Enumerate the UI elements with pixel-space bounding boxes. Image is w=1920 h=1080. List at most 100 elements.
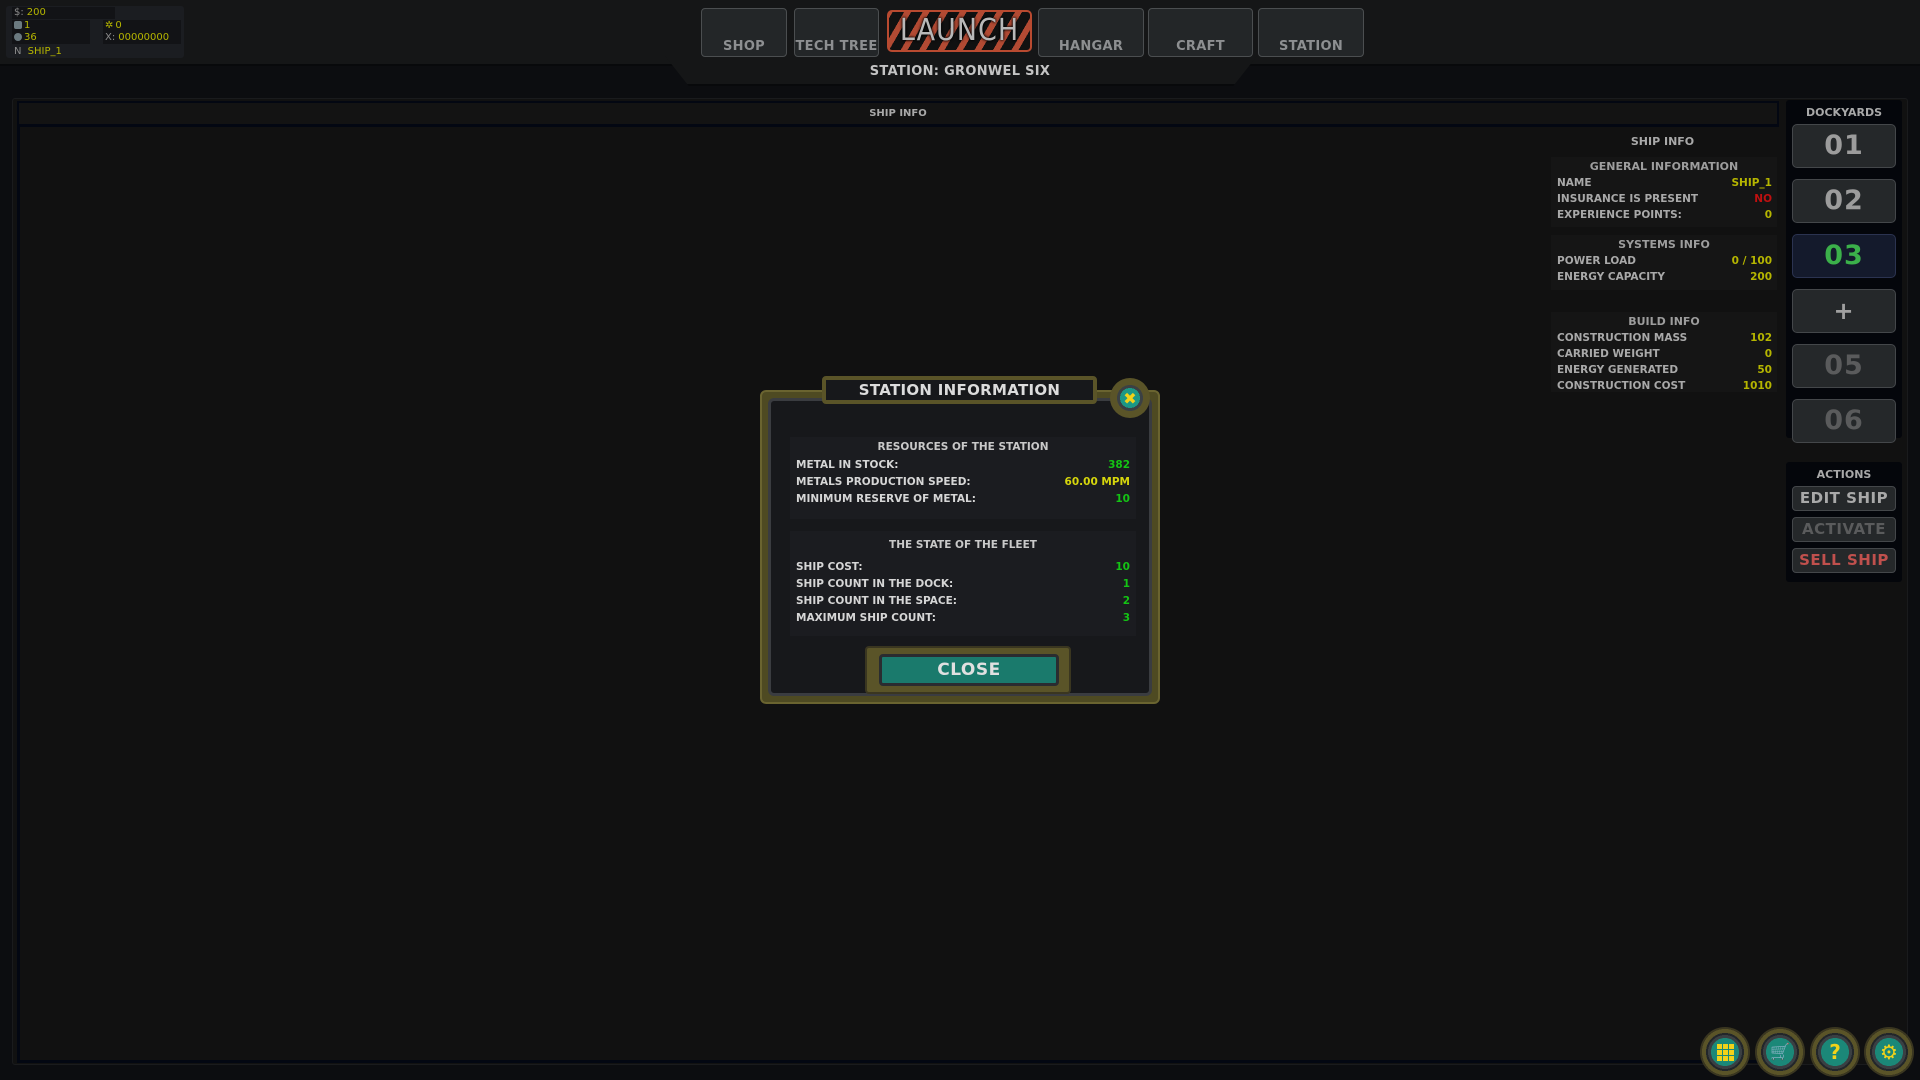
close-button[interactable]: CLOSE [879,654,1059,686]
row-label: CONSTRUCTION COST [1557,380,1686,392]
name-label: N [14,46,22,57]
edit-ship-button[interactable]: EDIT SHIP [1792,486,1896,511]
row-value: 60.00 MPM [1064,476,1130,488]
player-stats: $: 200 1 36 ✲ 0 X: 00000000 N SHIP_1 [6,6,184,58]
nav-station-button[interactable]: STATION [1258,8,1364,57]
money-stat: $: 200 [12,7,115,19]
row-label: ENERGY GENERATED [1557,364,1679,376]
row-value: 0 [1764,209,1772,221]
row-label: CARRIED WEIGHT [1557,348,1660,360]
row-label: CONSTRUCTION MASS [1557,332,1688,344]
close-button-frame: CLOSE [865,646,1071,694]
gears-value: 0 [115,20,122,31]
nav-tech-tree-button[interactable]: TECH TREE [794,8,879,57]
inventory-button[interactable] [1700,1027,1750,1077]
activate-button[interactable]: ACTIVATE [1792,517,1896,542]
max-count-row: MAXIMUM SHIP COUNT: 3 [790,610,1136,627]
nav-craft-button[interactable]: CRAFT [1148,8,1253,57]
row-value: 102 [1750,332,1772,344]
row-label: MAXIMUM SHIP COUNT: [796,612,936,624]
row-value: 10 [1115,493,1130,505]
dialog-close-button[interactable]: ✖ [1110,378,1150,418]
section-title: GENERAL INFORMATION [1589,160,1739,173]
row-value: NO [1754,193,1772,205]
ship-name-stat: N SHIP_1 [12,46,132,58]
grid-icon [1716,1043,1734,1061]
ship-cost-row: SHIP COST: 10 [790,559,1136,576]
dockyard-slot-01[interactable]: 01 [1792,124,1896,168]
info-row-carried-weight: CARRIED WEIGHT 0 [1551,346,1777,362]
row-value: 10 [1115,561,1130,573]
info-row-experience: EXPERIENCE POINTS: 0 [1551,207,1777,223]
launch-button[interactable]: LAUNCH [887,10,1032,52]
info-row-power-load: POWER LOAD 0 / 100 [1551,253,1777,269]
dockyard-slot-06[interactable]: 06 [1792,399,1896,443]
sell-ship-button[interactable]: SELL SHIP [1792,548,1896,573]
nav-hangar-button[interactable]: HANGAR [1038,8,1144,57]
gear-small-icon: ✲ [105,20,114,31]
nav-shop-button[interactable]: SHOP [701,8,787,57]
section-title: BUILD INFO [1628,315,1700,328]
station-name: STATION: GRONWEL SIX [869,64,1051,79]
space-count-row: SHIP COUNT IN THE SPACE: 2 [790,593,1136,610]
row-value: 50 [1757,364,1772,376]
x-stat: X: 00000000 [103,32,181,44]
dock-count-row: SHIP COUNT IN THE DOCK: 1 [790,576,1136,593]
general-info-section: GENERAL INFORMATION NAME SHIP_1 INSURANCE… [1551,157,1777,227]
dockyards-panel: DOCKYARDS 01 02 03 + 05 06 [1786,100,1902,443]
row-value: 2 [1122,595,1130,607]
row-label: EXPERIENCE POINTS: [1557,209,1682,221]
row-value: 0 / 100 [1731,255,1772,267]
resource-a-value: 1 [24,20,31,31]
dockyard-slot-05[interactable]: 05 [1792,344,1896,388]
row-label: METALS PRODUCTION SPEED: [796,476,971,488]
station-resources-section: RESOURCES OF THE STATION METAL IN STOCK:… [790,437,1136,519]
info-row-energy-generated: ENERGY GENERATED 50 [1551,362,1777,378]
row-label: ENERGY CAPACITY [1557,271,1665,283]
info-row-energy-capacity: ENERGY CAPACITY 200 [1551,269,1777,285]
row-label: METAL IN STOCK: [796,459,899,471]
row-label: MINIMUM RESERVE OF METAL: [796,493,976,505]
info-row-name: NAME SHIP_1 [1551,175,1777,191]
info-row-construction-mass: CONSTRUCTION MASS 102 [1551,330,1777,346]
row-label: SHIP COST: [796,561,863,573]
row-value: 1010 [1742,380,1772,392]
money-label: $: [14,7,24,18]
money-value: 200 [26,7,46,18]
fleet-state-section: THE STATE OF THE FLEET SHIP COST: 10 SHIP… [790,531,1136,636]
section-title: SYSTEMS INFO [1618,238,1710,251]
ship-name-value: SHIP_1 [27,46,62,57]
settings-button[interactable]: ⚙ [1864,1027,1914,1077]
dockyard-slot-02[interactable]: 02 [1792,179,1896,223]
x-value: 00000000 [118,32,170,43]
dialog-body: RESOURCES OF THE STATION METAL IN STOCK:… [768,398,1152,696]
section-title: THE STATE OF THE FLEET [889,539,1037,551]
row-value: SHIP_1 [1731,177,1772,189]
row-value: 3 [1122,612,1130,624]
minimum-reserve-row: MINIMUM RESERVE OF METAL: 10 [790,491,1136,508]
x-label: X: [105,32,116,43]
systems-info-section: SYSTEMS INFO POWER LOAD 0 / 100 ENERGY CA… [1551,235,1777,290]
ship-info-title: SHIP INFO [1630,135,1695,148]
row-label: SHIP COUNT IN THE SPACE: [796,595,957,607]
info-row-insurance: INSURANCE IS PRESENT NO [1551,191,1777,207]
row-value: 200 [1750,271,1772,283]
help-button[interactable]: ? [1810,1027,1860,1077]
actions-panel: ACTIONS EDIT SHIP ACTIVATE SELL SHIP [1786,462,1902,582]
ship-info-header: SHIP INFO [17,101,1779,127]
resource-b-value: 36 [24,32,37,43]
resource-b-stat: 36 [12,32,90,44]
row-label: POWER LOAD [1557,255,1636,267]
shop-cart-button[interactable]: 🛒 [1755,1027,1805,1077]
row-value: 382 [1108,459,1130,471]
row-label: NAME [1557,177,1592,189]
build-info-section: BUILD INFO CONSTRUCTION MASS 102 CARRIED … [1551,312,1777,392]
dockyard-slot-03[interactable]: 03 [1792,234,1896,278]
help-icon: ? [1829,1040,1841,1064]
close-icon: ✖ [1123,388,1137,408]
row-value: 1 [1122,578,1130,590]
add-dockyard-button[interactable]: + [1792,289,1896,333]
cart-icon: 🛒 [1770,1042,1790,1061]
row-label: SHIP COUNT IN THE DOCK: [796,578,954,590]
resource-a-stat: 1 [12,20,90,32]
